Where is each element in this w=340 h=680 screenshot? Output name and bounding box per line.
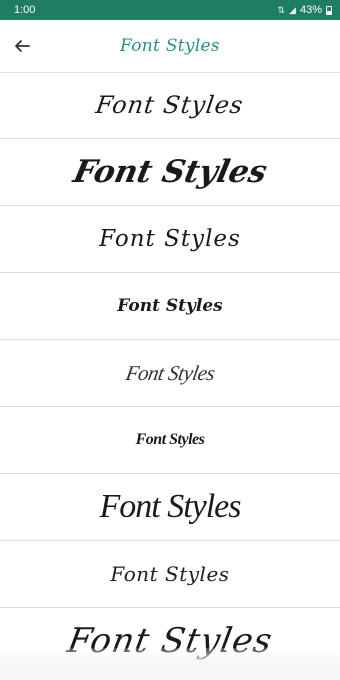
status-bar: 1:00 ⇅ ◢ 43% xyxy=(0,0,340,20)
status-time: 1:00 xyxy=(14,4,36,16)
battery-icon xyxy=(326,5,332,15)
font-style-item[interactable]: Font Styles xyxy=(0,407,340,474)
wifi-icon: ◢ xyxy=(289,4,296,15)
font-sample-text: Font Styles xyxy=(123,360,217,385)
app-bar: Font Styles xyxy=(0,20,340,73)
font-sample-text: Font Styles xyxy=(135,431,205,448)
font-style-item[interactable]: Font Styles xyxy=(0,340,340,407)
font-sample-text: Font Styles xyxy=(117,296,223,316)
back-button[interactable] xyxy=(8,32,36,60)
font-style-item[interactable]: Font Styles xyxy=(0,206,340,273)
font-style-list: Font Styles Font Styles Font Styles Font… xyxy=(0,72,340,675)
font-sample-text: Font Styles xyxy=(70,154,270,190)
font-sample-text: Font Styles xyxy=(94,91,246,119)
back-arrow-icon xyxy=(15,40,30,52)
font-sample-text: Font Styles xyxy=(110,562,230,586)
font-style-item[interactable]: Font Styles xyxy=(0,72,340,139)
font-style-item[interactable]: Font Styles xyxy=(0,139,340,206)
signal-icon: ⇅ xyxy=(277,4,286,15)
bottom-fade xyxy=(0,648,340,680)
font-sample-text: Font Styles xyxy=(99,488,241,525)
font-style-item[interactable]: Font Styles xyxy=(0,474,340,541)
status-icons: ⇅ ◢ 43% xyxy=(277,4,332,16)
font-style-item[interactable]: Font Styles xyxy=(0,273,340,340)
font-sample-text: Font Styles xyxy=(99,226,241,252)
font-style-item[interactable]: Font Styles xyxy=(0,541,340,608)
battery-percent: 43% xyxy=(299,4,322,16)
page-title: Font Styles xyxy=(120,36,220,56)
